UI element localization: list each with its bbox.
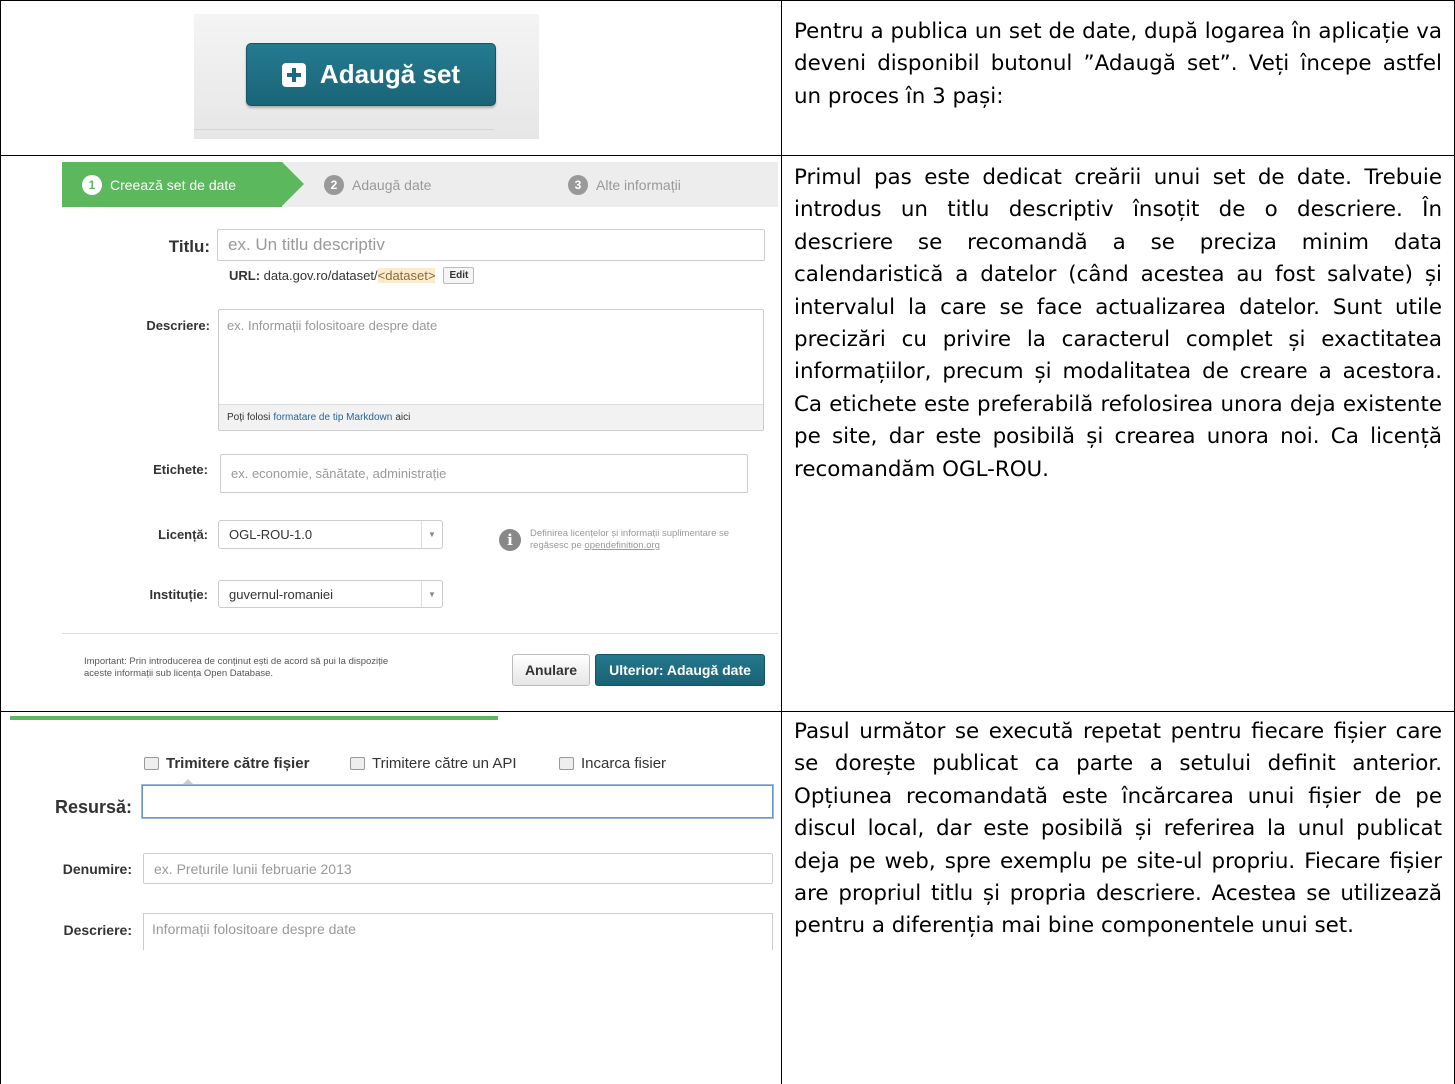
resource-description-textarea[interactable]: Informații folositoare despre date: [143, 913, 773, 950]
markdown-hint: Poți folosi formatare de tip Markdown ai…: [219, 404, 763, 430]
license-select[interactable]: OGL-ROU-1.0 ▼: [218, 520, 443, 549]
url-label: URL:: [229, 268, 261, 283]
stage-3-label: Alte informații: [596, 176, 681, 193]
stage-1-label: Creează set de date: [110, 176, 237, 193]
row-divider-1: [0, 155, 1455, 156]
url-slug: <dataset>: [377, 268, 436, 283]
stage-1-number: 1: [82, 174, 102, 195]
markdown-hint-pre: Poți folosi: [227, 412, 271, 423]
stage-2-number: 2: [324, 174, 344, 195]
cancel-button[interactable]: Anulare: [512, 654, 590, 686]
tab-upload-file-label: Incarca fisier: [581, 755, 667, 772]
name-label: Denumire:: [62, 861, 132, 877]
important-note: Important: Prin introducerea de conținut…: [84, 656, 389, 679]
url-row: URL: data.gov.ro/dataset/<dataset> Edit: [229, 267, 475, 284]
resource-description-label: Descriere:: [63, 922, 133, 938]
tags-label: Etichete:: [153, 462, 208, 477]
stage-2-label: Adaugă date: [352, 176, 432, 193]
link-icon: [144, 757, 159, 770]
info-icon: i: [499, 529, 521, 551]
form-divider: [62, 633, 778, 634]
add-set-label: Adaugă set: [319, 59, 461, 89]
description-textarea[interactable]: ex. Informații folositoare despre date P…: [218, 309, 764, 431]
tab-upload-file[interactable]: Incarca fisier: [559, 755, 666, 772]
stage-3-number: 3: [568, 174, 588, 195]
description-label: Descriere:: [146, 318, 210, 333]
resource-label: Resursă:: [54, 797, 132, 817]
progress-strip: [10, 716, 498, 720]
url-prefix: data.gov.ro/dataset/: [263, 268, 378, 283]
stage-1[interactable]: 1 Creează set de date: [82, 162, 236, 207]
edit-url-button[interactable]: Edit: [443, 267, 475, 284]
stage-arrow: [282, 162, 304, 206]
markdown-link[interactable]: formatare de tip Markdown: [273, 412, 392, 423]
chevron-down-icon: ▼: [421, 581, 442, 607]
license-info: Definirea licențelor și informații supli…: [530, 528, 770, 552]
resource-url-input[interactable]: [142, 785, 773, 818]
column-divider: [781, 0, 782, 1084]
divider: [194, 129, 494, 130]
stage-progress: 1 Creează set de date 2 Adaugă date 3 Al…: [62, 162, 778, 207]
organization-select[interactable]: guvernul-romaniei ▼: [218, 580, 443, 608]
organization-label: Instituție:: [149, 587, 209, 602]
table-border-left: [0, 0, 1, 1084]
tab-link-file[interactable]: Trimitere către fișier: [144, 755, 309, 772]
table-border-top: [0, 0, 1455, 1]
row3-description: Pasul următor se execută repetat pentru …: [794, 719, 1442, 939]
add-resource-screenshot: Trimitere către fișier Trimitere către u…: [10, 716, 780, 950]
row1-description: Pentru a publica un set de date, după lo…: [794, 19, 1442, 109]
stage-2[interactable]: 2 Adaugă date: [324, 162, 431, 207]
markdown-hint-post: aici: [395, 412, 411, 423]
organization-value: guvernul-romaniei: [229, 586, 334, 602]
link-icon: [350, 757, 365, 770]
title-input[interactable]: ex. Un titlu descriptiv: [217, 229, 765, 261]
row2-description: Primul pas este dedicat creării unui set…: [794, 165, 1442, 482]
name-input[interactable]: ex. Preturile lunii februarie 2013: [143, 853, 773, 884]
tab-link-file-label: Trimitere către fișier: [166, 755, 310, 772]
chevron-down-icon: ▼: [421, 521, 442, 548]
stage-3[interactable]: 3 Alte informații: [568, 162, 681, 207]
create-dataset-screenshot: 1 Creează set de date 2 Adaugă date 3 Al…: [10, 160, 780, 690]
next-add-data-button[interactable]: Ulterior: Adaugă date: [595, 654, 765, 686]
row-divider-2: [0, 711, 1455, 712]
license-label: Licență:: [158, 527, 208, 542]
license-value: OGL-ROU-1.0: [229, 527, 313, 542]
document-table: Adaugă set Pentru a publica un set de da…: [0, 0, 1455, 1084]
tags-input[interactable]: ex. economie, sănătate, administrație: [220, 454, 748, 493]
add-set-screenshot: Adaugă set: [194, 14, 539, 139]
plus-icon: [281, 62, 306, 87]
tab-link-api[interactable]: Trimitere către un API: [350, 755, 517, 772]
tab-link-api-label: Trimitere către un API: [372, 755, 517, 772]
opendefinition-link[interactable]: opendefinition.org: [584, 540, 660, 551]
add-set-button[interactable]: Adaugă set: [246, 43, 496, 106]
description-placeholder: ex. Informații folositoare despre date: [227, 318, 438, 333]
title-label: Titlu:: [168, 237, 210, 256]
upload-icon: [559, 757, 574, 770]
